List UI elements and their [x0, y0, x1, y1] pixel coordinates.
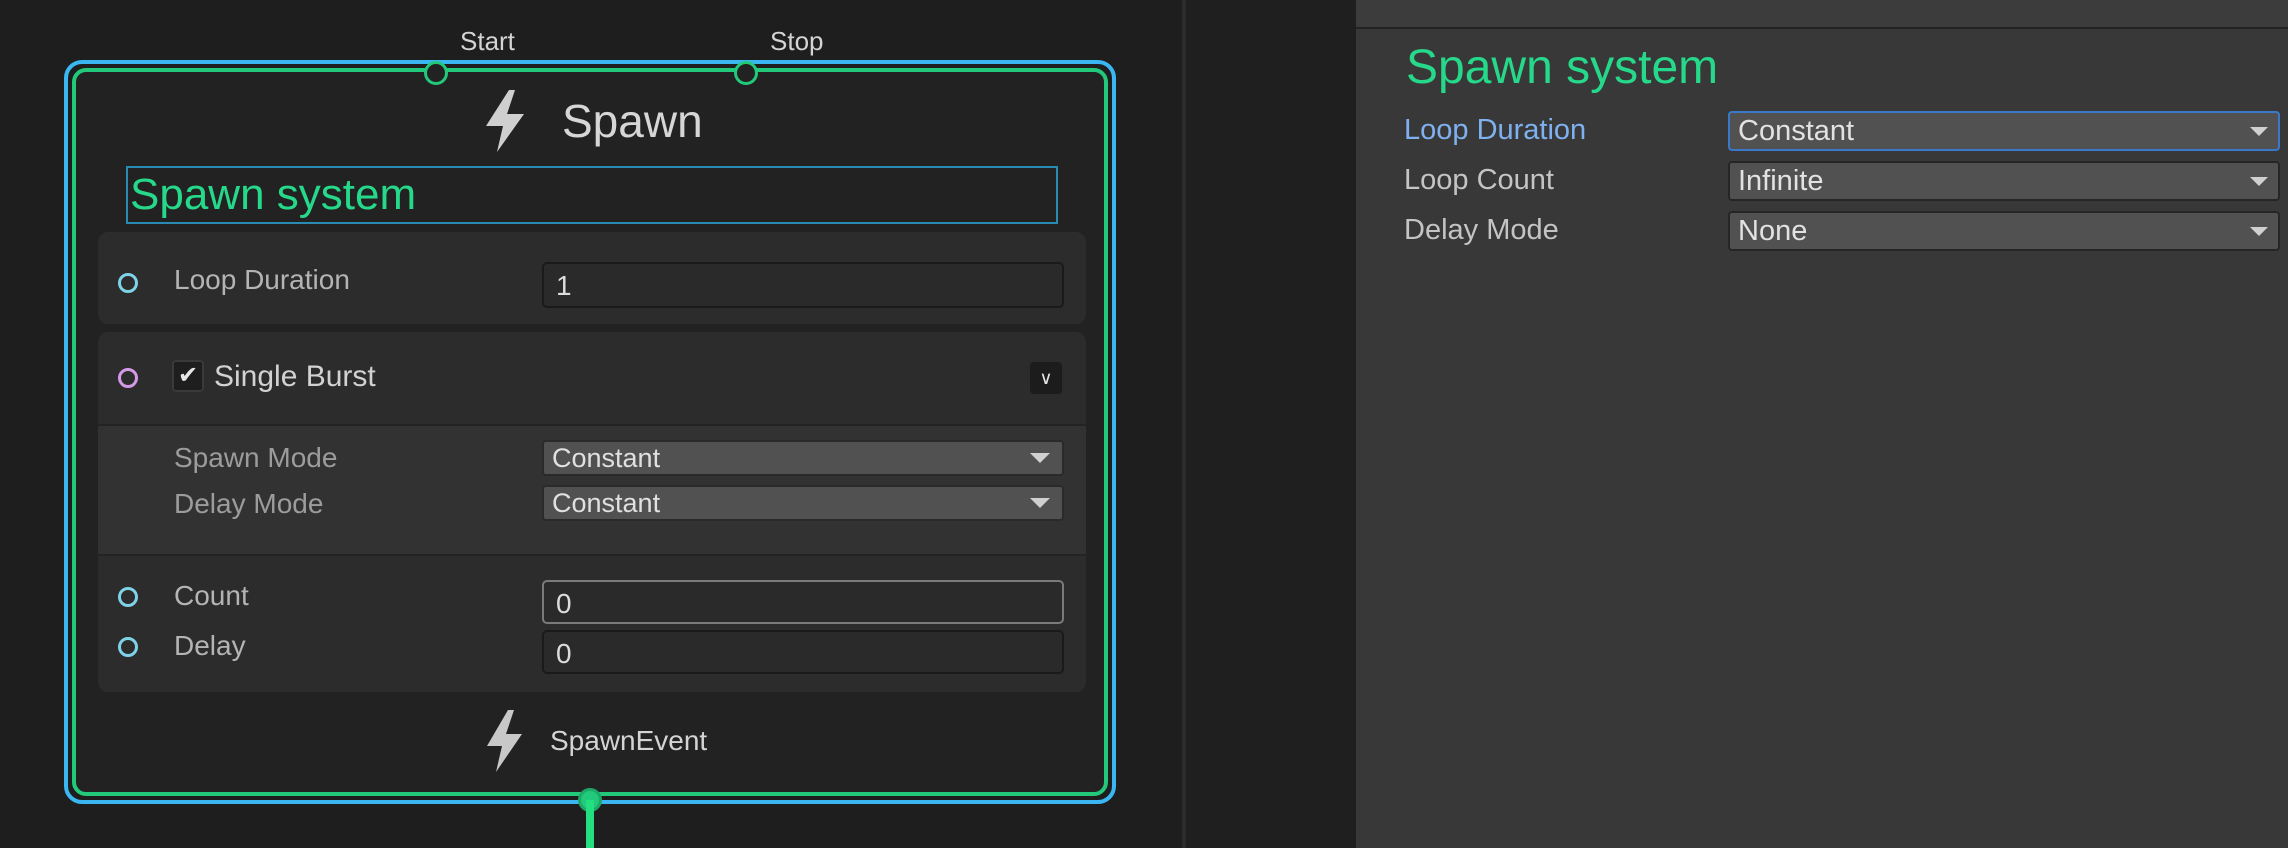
delay-label: Delay: [174, 630, 246, 661]
stop-port-label: Stop: [770, 26, 824, 56]
triangle-down-icon: [2250, 227, 2268, 236]
delay-mode-label: Delay Mode: [174, 488, 324, 519]
count-input[interactable]: 0: [542, 580, 1064, 624]
triangle-down-icon: [2250, 177, 2268, 186]
delay-mode-inspector-value: None: [1738, 215, 1808, 247]
lightning-bolt-icon: [487, 710, 522, 772]
panel-gap: [1186, 0, 1356, 848]
single-burst-header: ✔ Single Burst ∨: [98, 332, 1086, 424]
loop-duration-slot[interactable]: [118, 273, 138, 293]
spawn-mode-label: Spawn Mode: [174, 442, 338, 473]
loop-duration-inspector-label: Loop Duration: [1404, 114, 1587, 146]
spawn-mode-dropdown[interactable]: Constant: [542, 440, 1064, 476]
count-label: Count: [174, 580, 249, 611]
system-name-field[interactable]: Spawn system: [126, 166, 1058, 224]
loop-count-inspector-value: Infinite: [1738, 165, 1824, 197]
loop-duration-block: Loop Duration 1: [98, 232, 1086, 324]
start-port[interactable]: [424, 61, 448, 85]
count-slot[interactable]: [118, 587, 138, 607]
delay-mode-inspector-label: Delay Mode: [1404, 214, 1559, 246]
single-burst-label: Single Burst: [214, 360, 376, 393]
inspector-panel: Spawn system Loop Duration Constant Loop…: [1356, 0, 2288, 848]
delay-input[interactable]: 0: [542, 630, 1064, 674]
graph-view[interactable]: Start Stop Spawn Spawn system Loop Durat…: [0, 0, 1182, 848]
spawn-mode-value: Constant: [552, 443, 661, 473]
loop-duration-input[interactable]: 1: [542, 262, 1064, 308]
output-event: SpawnEvent: [484, 708, 707, 774]
chevron-down-icon: ∨: [1039, 368, 1053, 388]
triangle-down-icon: [1030, 453, 1050, 463]
stop-port[interactable]: [734, 61, 758, 85]
delay-slot[interactable]: [118, 637, 138, 657]
triangle-down-icon: [1030, 498, 1050, 508]
loop-duration-inspector-dropdown[interactable]: Constant: [1728, 111, 2280, 151]
delay-mode-inspector-dropdown[interactable]: None: [1728, 211, 2280, 251]
checkmark-icon: ✔: [177, 362, 199, 389]
single-burst-checkbox[interactable]: ✔: [172, 360, 204, 392]
triangle-down-icon: [2250, 127, 2268, 136]
loop-count-inspector-label: Loop Count: [1404, 164, 1554, 196]
inspector-toolbar: [1356, 0, 2288, 29]
delay-mode-dropdown[interactable]: Constant: [542, 485, 1064, 521]
node-header: Spawn: [482, 86, 703, 156]
loop-count-inspector-dropdown[interactable]: Infinite: [1728, 161, 2280, 201]
single-burst-block: ✔ Single Burst ∨ Spawn Mode Constant Del…: [98, 332, 1086, 692]
flow-connection[interactable]: [586, 800, 594, 848]
node-title: Spawn: [562, 95, 703, 147]
single-burst-slot[interactable]: [118, 368, 138, 388]
collapse-button[interactable]: ∨: [1030, 362, 1062, 394]
delay-mode-value: Constant: [552, 488, 661, 518]
inspector-title: Spawn system: [1406, 41, 1719, 94]
loop-duration-label: Loop Duration: [174, 264, 350, 295]
burst-settings: Spawn Mode Constant Delay Mode Constant: [98, 424, 1086, 556]
start-port-label: Start: [460, 26, 515, 56]
loop-duration-inspector-value: Constant: [1738, 115, 1855, 147]
lightning-bolt-icon: [486, 90, 524, 152]
output-event-label: SpawnEvent: [550, 725, 708, 756]
